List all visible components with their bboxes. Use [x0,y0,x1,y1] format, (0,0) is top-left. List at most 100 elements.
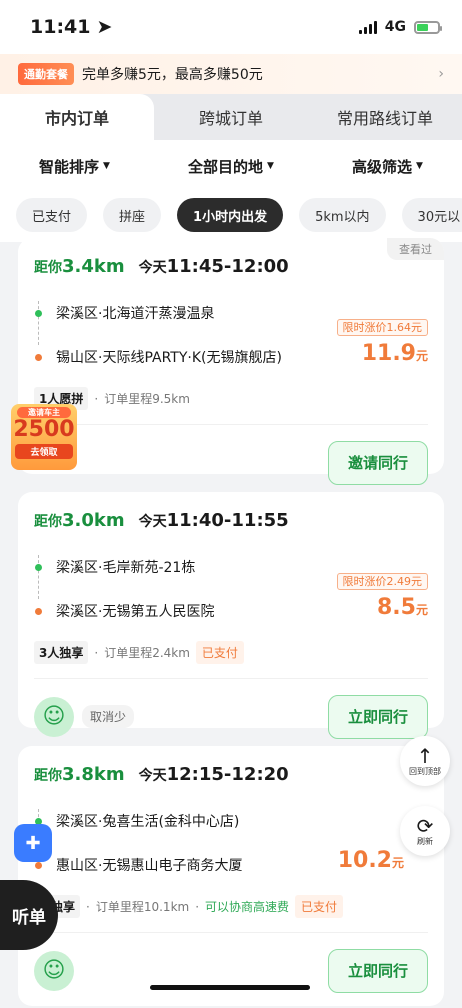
card-header: 距你3.4km 今天11:45-12:00 [34,256,428,277]
price-box: 限时涨价1.64元 11.9元 [336,316,428,366]
departure-day: 今天 [138,260,167,276]
price-value: 10.2 [337,848,392,873]
departure-day: 今天 [138,768,167,784]
advanced-filter-label: 高级筛选 [352,157,413,176]
join-now-button[interactable]: 立即同行 [328,694,428,739]
distance-value: 3.0km [62,510,125,531]
dropoff-dot-icon [35,607,42,615]
departure-time: 今天11:40-11:55 [139,510,289,531]
mileage: 订单里程2.4km [104,646,190,660]
card-footer: 邀请同行 [34,424,428,500]
order-card[interactable]: 距你3.0km 今天11:40-11:55 梁溪区·毛岸新苑-21栋 梁溪区·无… [18,492,444,739]
status-time: 11:41 [30,16,91,38]
invite-driver-reward-badge[interactable]: 邀请车主 2500 去领取 [11,404,77,470]
card-footer: ☺ 取消少 立即同行 [34,678,428,754]
join-now-button[interactable]: 立即同行 [328,948,428,993]
sort-filter-label: 智能排序 [39,157,100,176]
order-meta: 3人独享 · 订单里程2.4km 已支付 [34,641,428,664]
dropoff-dot-icon [35,861,42,869]
location-arrow-icon: ➤ [96,16,113,38]
safety-shield-icon[interactable]: ✚ [14,824,52,862]
separator: · [94,645,99,660]
price-value: 8.5 [377,595,416,620]
destination-filter[interactable]: 全部目的地 ▼ [188,156,274,177]
chevron-right-icon: › [438,66,444,82]
chip-within-5km[interactable]: 5km以内 [299,198,386,232]
distance-prefix: 距你 [34,514,62,530]
price-unit: 元 [415,603,428,617]
card-header: 距你3.0km 今天11:40-11:55 [34,510,428,531]
quick-filter-chips: 已支付 拼座 1小时内出发 5km以内 30元以 [0,192,462,242]
promo-banner[interactable]: 通勤套餐 完单多赚5元，最高多赚50元 › [0,54,462,94]
distance-prefix: 距你 [34,768,62,784]
departure-time: 今天12:15-12:20 [139,764,289,785]
tab-frequent-route[interactable]: 常用路线订单 [308,94,462,140]
order-meta: 1人愿拼 · 订单里程9.5km [34,387,428,410]
chip-within-1h[interactable]: 1小时内出发 [177,198,284,232]
pickup-text: 梁溪区·兔喜生活(金科中心店) [56,814,240,830]
advanced-filter[interactable]: 高级筛选 ▼ [352,156,423,177]
separator: · [94,391,99,406]
card-header: 距你3.8km 今天12:15-12:20 [34,764,428,785]
status-indicators: 4G [358,19,442,35]
destination-filter-label: 全部目的地 [188,157,264,176]
pickup-dot-icon [35,563,42,571]
passenger-info: ☺ 取消少 [34,696,135,737]
caret-down-icon: ▼ [416,161,423,171]
status-bar: 11:41 ➤ 4G [0,0,462,54]
departure-range: 11:45-12:00 [166,256,289,277]
invite-badge-claim: 去领取 [15,444,73,459]
dropoff-dot-icon [35,353,42,361]
sort-filter[interactable]: 智能排序 ▼ [39,156,110,177]
dropoff-text: 惠山区·无锡惠山电子商务大厦 [56,858,243,874]
highway-fee-note: 可以协商高速费 [205,900,290,914]
chip-carpool[interactable]: 拼座 [103,198,162,232]
mileage: 订单里程10.1km [95,900,190,914]
tab-city[interactable]: 市内订单 [0,94,154,140]
refresh-icon: ⟳ [416,813,434,838]
price-unit: 元 [415,349,428,363]
caret-down-icon: ▼ [103,161,110,171]
price-box: 限时涨价2.49元 8.5元 [336,570,428,620]
back-to-top-button[interactable]: ↑ 回到顶部 [400,736,450,786]
promo-text: 完单多赚5元，最高多赚50元 [82,67,263,83]
pickup-dot-icon [35,309,42,317]
promo-tag: 通勤套餐 [18,63,74,85]
dropoff-text: 梁溪区·无锡第五人民医院 [56,604,215,620]
dropoff-text: 锡山区·天际线PARTY·K(无锡旗舰店) [56,350,282,366]
home-indicator [150,985,310,990]
order-card[interactable]: 距你3.8km 今天12:15-12:20 梁溪区·兔喜生活(金科中心店) 惠山… [18,746,444,1006]
price-box: 10.2元 [338,842,404,873]
order-meta: 人独享 · 订单里程10.1km · 可以协商高速费 已支付 [34,895,428,918]
avatar: ☺ [34,950,74,991]
separator: · [86,899,90,914]
back-to-top-label: 回到顶部 [409,766,441,776]
pickup-text: 梁溪区·北海道汗蒸漫温泉 [56,306,215,322]
order-tabs: 市内订单 跨城订单 常用路线订单 [0,94,462,140]
invite-join-button[interactable]: 邀请同行 [328,440,428,485]
tab-intercity[interactable]: 跨城订单 [154,94,308,140]
filter-bar: 智能排序 ▼ 全部目的地 ▼ 高级筛选 ▼ [0,140,462,192]
refresh-label: 刷新 [417,836,433,846]
card-footer: ☺ 立即同行 [34,932,428,1008]
distance: 距你3.8km [34,764,125,785]
refresh-button[interactable]: ⟳ 刷新 [400,806,450,856]
departure-day: 今天 [138,514,167,530]
order-card[interactable]: 查看过 距你3.4km 今天11:45-12:00 梁溪区·北海道汗蒸漫温泉 锡… [18,238,444,485]
departure-time: 今天11:45-12:00 [139,256,289,277]
distance-value: 3.4km [62,256,125,277]
viewed-badge: 查看过 [387,238,444,260]
cancel-less-badge: 取消少 [82,705,135,728]
chip-paid[interactable]: 已支付 [16,198,88,232]
signal-icon [358,20,377,34]
battery-icon [414,20,442,34]
price: 8.5元 [337,595,428,620]
paid-badge: 已支付 [195,641,244,664]
chip-30yuan[interactable]: 30元以 [401,198,462,232]
pickup-text: 梁溪区·毛岸新苑-21栋 [56,560,196,576]
price: 10.2元 [338,848,404,873]
pickup-location: 梁溪区·兔喜生活(金科中心店) [35,799,428,843]
price-hike-badge: 限时涨价1.64元 [336,319,428,336]
arrow-up-icon: ↑ [416,743,434,768]
distance-prefix: 距你 [34,260,62,276]
